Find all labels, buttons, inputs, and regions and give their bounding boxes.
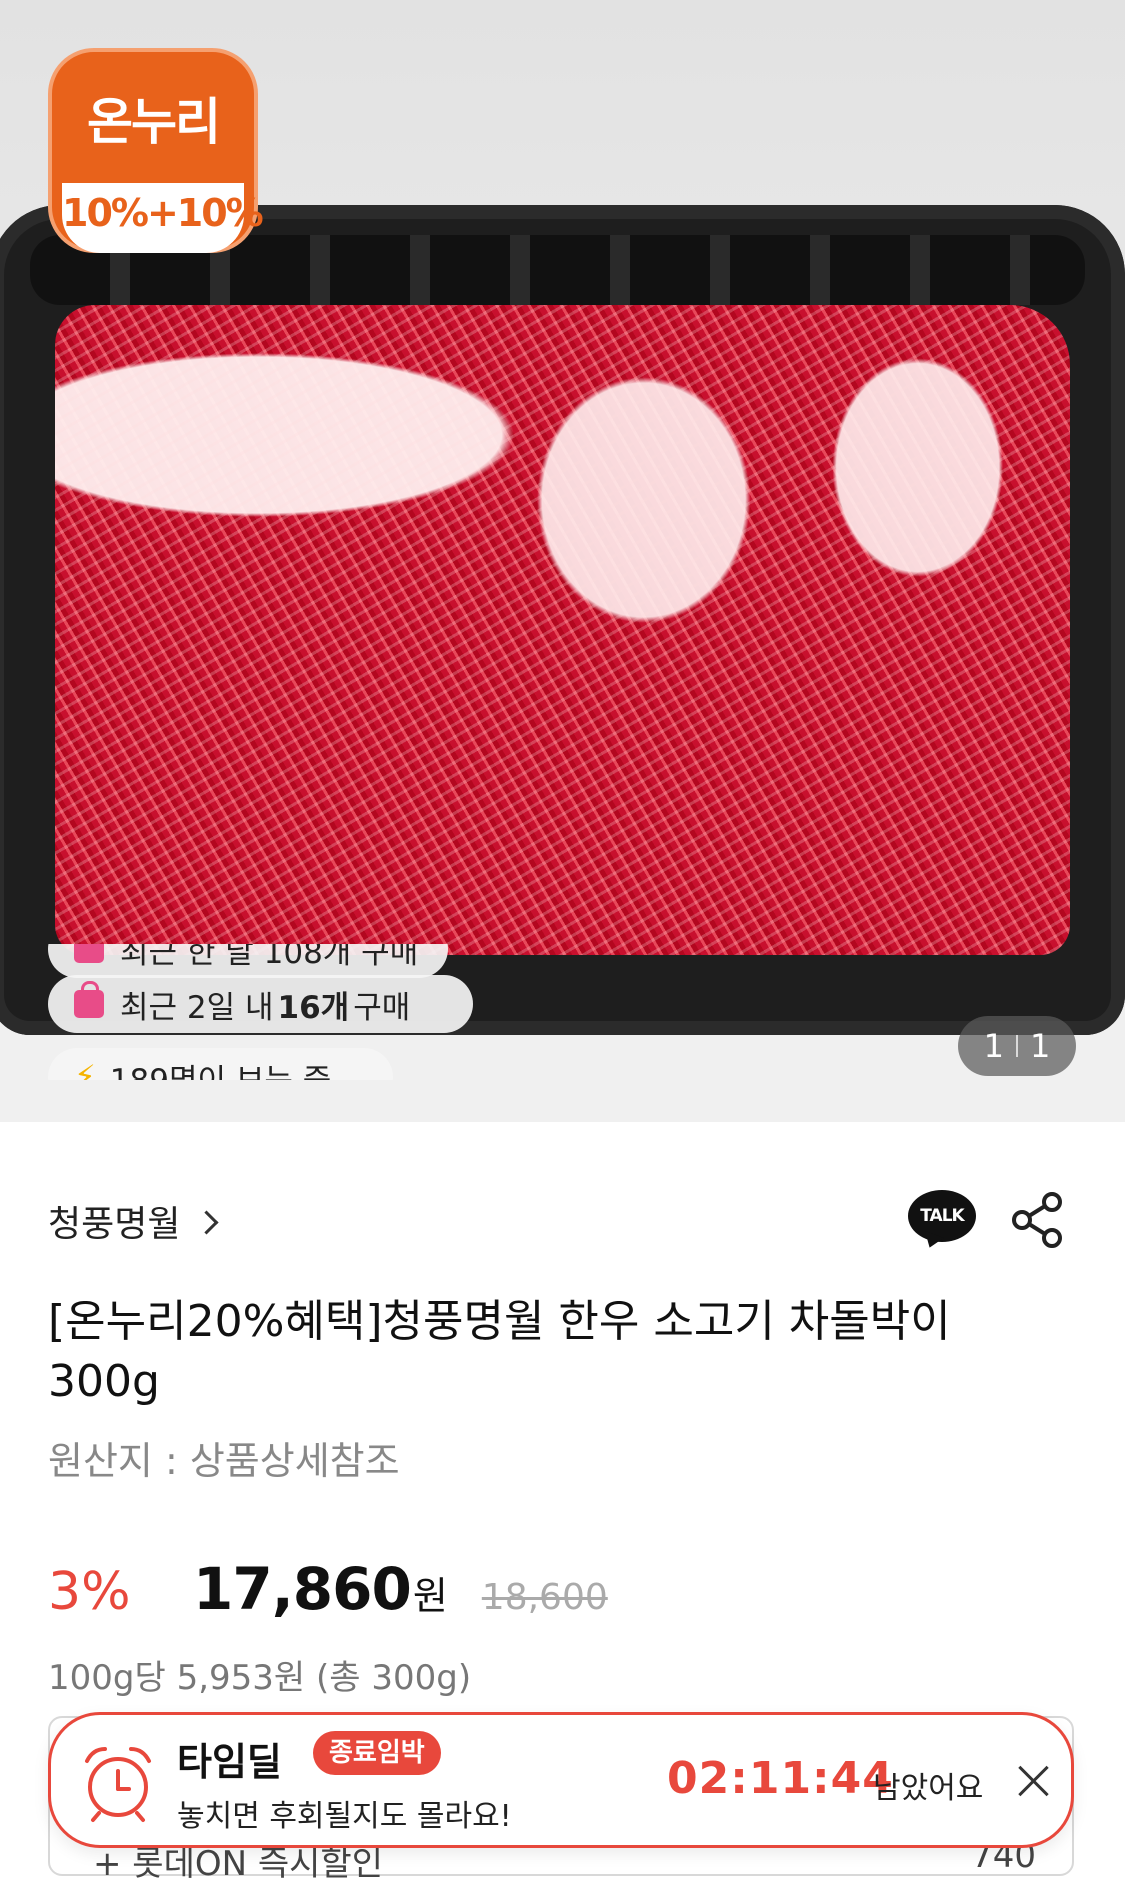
pager-total: 1 [1030,1027,1051,1065]
onnuri-badge: 온누리 10%+10% [48,48,264,253]
time-deal-title: 타임딜 [177,1740,282,1784]
talk-chat-button[interactable]: TALK [908,1190,976,1251]
beef-brisket-image [55,305,1070,955]
origin-info: 원산지 : 상품상세참조 [48,1439,400,1483]
time-deal-banner[interactable]: 타임딜 종료임박 놓치면 후회될지도 몰라요! 02:11:44 남았어요 [48,1712,1074,1848]
recent-purchase-chip: 최근 2일 내 16개 구매 [48,975,473,1033]
lightning-icon: ⚡ [74,1059,96,1095]
recent-suffix: 구매 [353,989,411,1026]
talk-label: TALK [920,1206,964,1226]
price-row: 3% 17,860 원 18,600 [48,1555,608,1623]
seller-name: 청풍명월 [48,1204,181,1245]
product-title: [온누리20%혜택]청풍명월 한우 소고기 차돌박이 300g [48,1296,951,1407]
chevron-right-icon [194,1209,220,1235]
onnuri-logo: 온누리 [87,93,221,151]
share-icon [1012,1192,1062,1248]
sale-price: 17,860 [193,1555,412,1623]
currency-unit: 원 [412,1574,448,1618]
viewers-text: 189명이 보는 중 [109,1062,332,1099]
viewers-chip: ⚡ 189명이 보는 중 [48,1048,393,1099]
share-button[interactable] [1010,1190,1066,1250]
recent-prefix: 최근 2일 내 [120,989,274,1026]
image-pager: 1 1 [958,1016,1076,1076]
unit-price: 100g당 5,953원 (총 300g) [48,1658,472,1698]
shopping-bag-icon [74,981,104,1018]
countdown-timer: 02:11:44 [667,1753,894,1804]
seller-link[interactable]: 청풍명월 [48,1195,220,1247]
ending-soon-badge: 종료임박 [313,1731,441,1775]
original-price: 18,600 [481,1577,608,1618]
product-image-carousel[interactable]: 온누리 10%+10% 최근 한 달 108개 구매 최근 2일 내 16개 구… [0,0,1125,1122]
pager-current: 1 [983,1027,1004,1065]
discount-rate: 3% [48,1562,131,1622]
close-icon[interactable] [1013,1761,1053,1801]
talk-icon: TALK [908,1190,976,1242]
recent-count: 16개 [277,989,350,1026]
time-deal-subtitle: 놓치면 후회될지도 몰라요! [177,1799,512,1834]
onnuri-benefit: 10%+10% [62,183,264,253]
remaining-label: 남았어요 [873,1771,984,1806]
alarm-clock-icon [85,1747,151,1822]
pager-separator [1016,1035,1018,1057]
